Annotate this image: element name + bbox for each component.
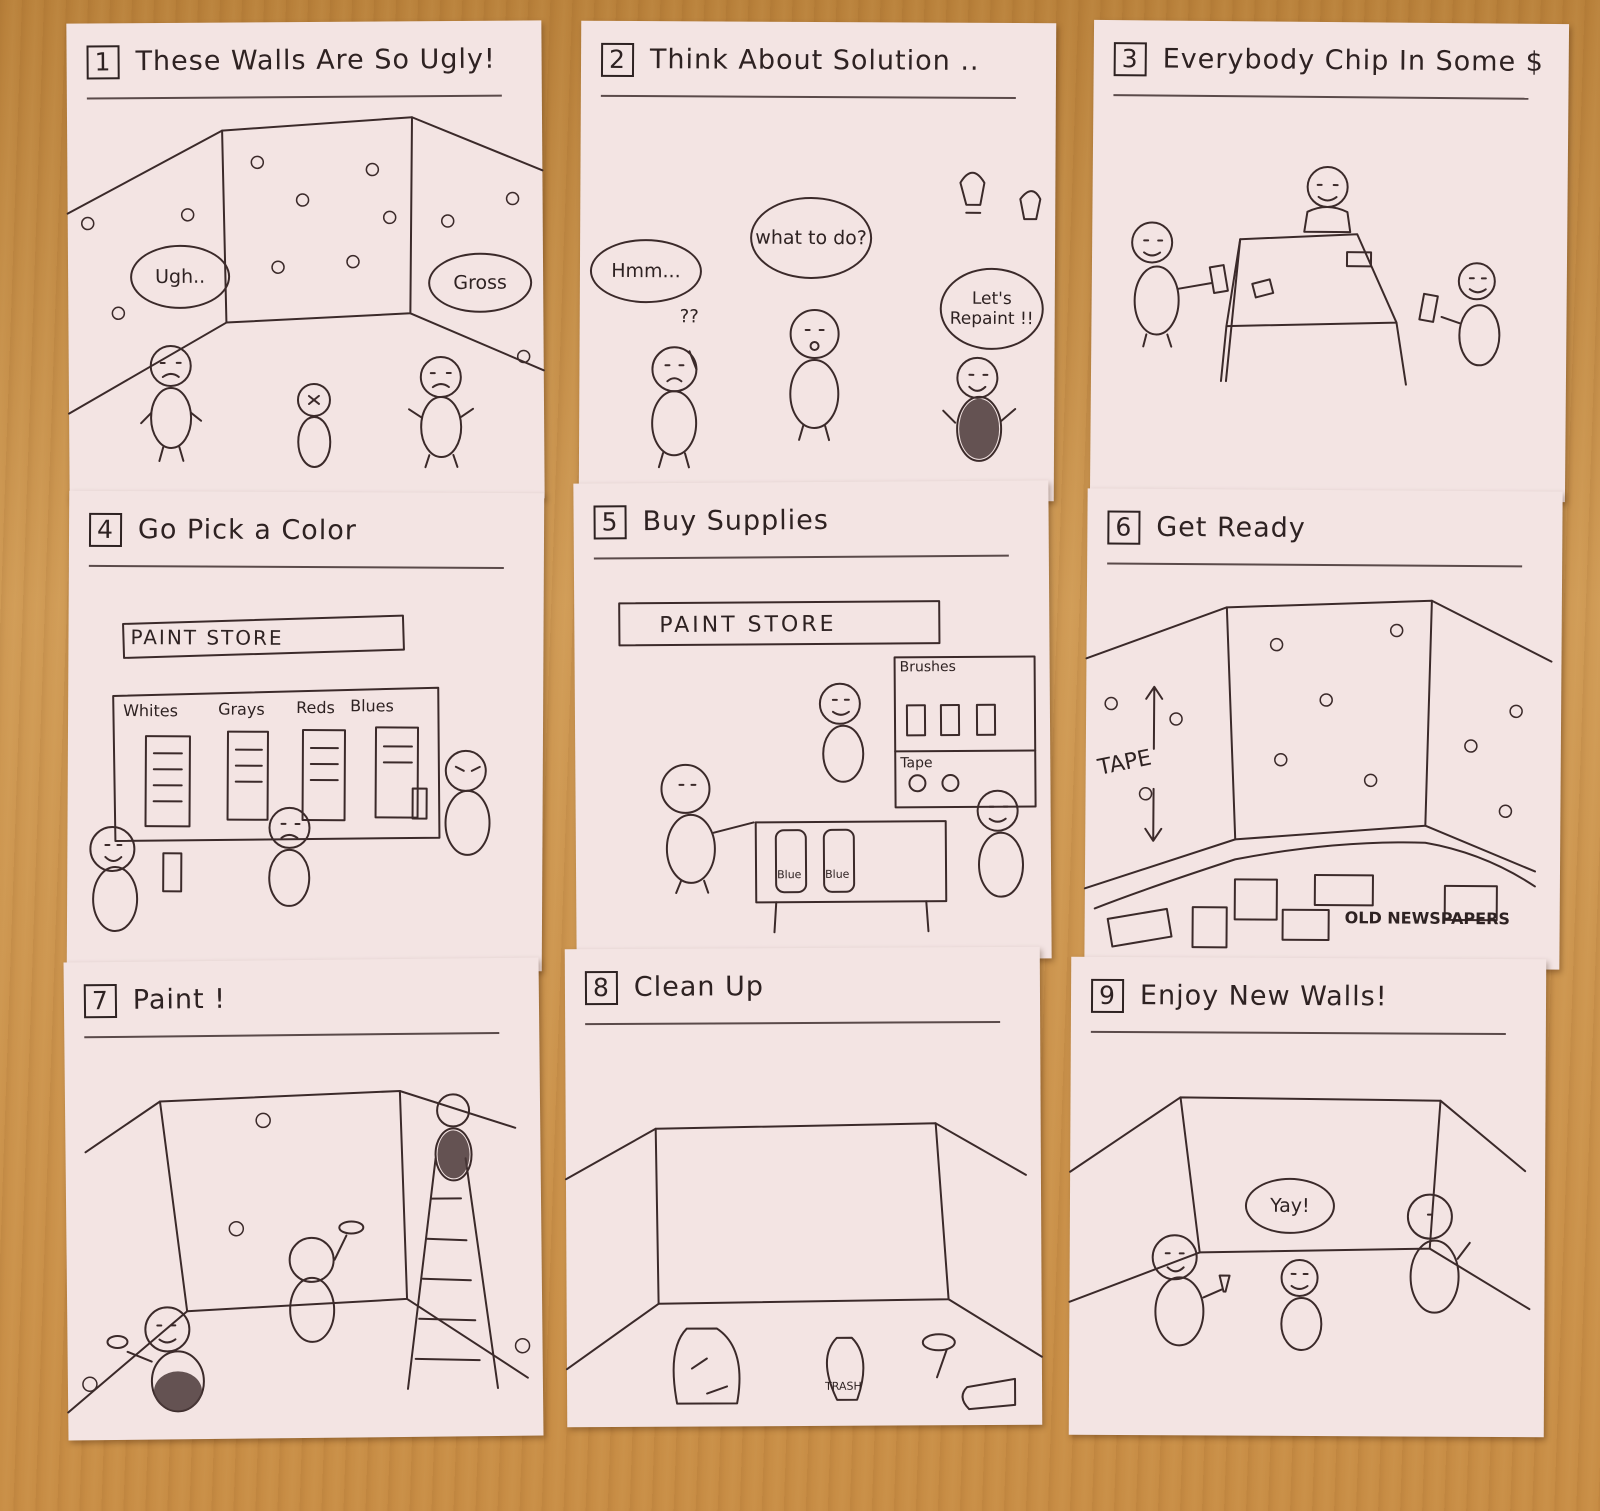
thought-bubble-hmm: Hmm...: [589, 238, 703, 304]
panel-4: 4 Go Pick a Color PAINT STORE Whites Gra…: [66, 490, 545, 972]
painting-drawing: [67, 1089, 531, 1414]
speech-bubble-yay: Yay!: [1244, 1177, 1336, 1235]
panel-7: 7 Paint !: [63, 957, 544, 1441]
shelf-label-brushes: Brushes: [899, 658, 956, 676]
panel-3: 3 Everybody Chip In Some $: [1089, 19, 1570, 503]
shelf-label-tape: Tape: [900, 755, 933, 772]
thought-bubble-what-to-do: what to do?: [749, 196, 873, 280]
panel-5: 5 Buy Supplies PAINT STORE Brushes Tape …: [573, 480, 1052, 962]
panel-2: 2 Think About Solution .. Hmm... what to …: [578, 20, 1057, 502]
store-sign: PAINT STORE: [130, 625, 284, 650]
clean-room-drawing: [564, 1122, 1043, 1411]
swatch-label-reds: Reds: [296, 697, 335, 718]
panel-8: 8 Clean Up TRASH: [564, 946, 1043, 1428]
paint-can-label: Blue: [777, 868, 802, 882]
swatch-label-whites: Whites: [123, 701, 179, 721]
thought-bubble-repaint: Let's Repaint !!: [939, 267, 1044, 351]
question-marks: ??: [679, 306, 699, 328]
panel-1: 1 These Walls Are So Ugly! Ugh.. Gross: [66, 20, 545, 502]
swatch-label-grays: Grays: [218, 699, 265, 719]
panel-6: 6 Get Ready TAPE OLD NEWSPAPERS: [1083, 488, 1563, 970]
store-sign: PAINT STORE: [659, 611, 837, 639]
storyboard: 1 These Walls Are So Ugly! Ugh.. Gross 2…: [0, 0, 1600, 1511]
swatch-wall-drawing: [89, 614, 491, 933]
trash-bag-label: TRASH: [825, 1379, 862, 1393]
paint-can-label: Blue: [825, 867, 850, 881]
table-drawing: [1131, 165, 1501, 386]
store-drawing: [618, 600, 1037, 934]
newspapers-label: OLD NEWSPAPERS: [1344, 908, 1511, 929]
taped-room-drawing: [1083, 599, 1553, 949]
swatch-label-blues: Blues: [350, 696, 394, 716]
panel-9: 9 Enjoy New Walls! Yay!: [1068, 956, 1547, 1438]
